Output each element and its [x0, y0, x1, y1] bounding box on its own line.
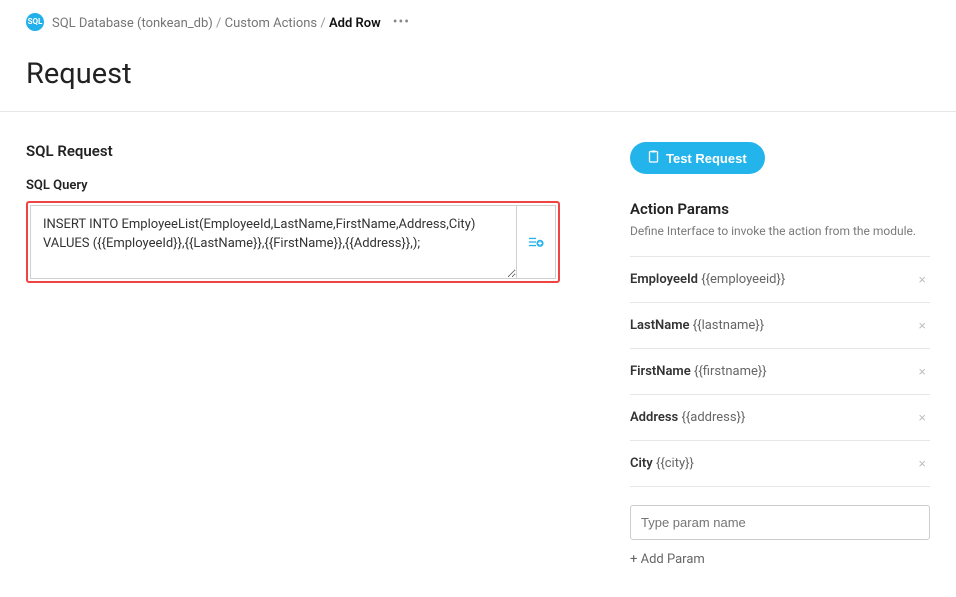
breadcrumb-item[interactable]: SQL Database (tonkean_db): [52, 16, 213, 31]
param-row[interactable]: City {{city}} ×: [630, 441, 930, 487]
param-label: EmployeeId {{employeeid}}: [630, 272, 785, 287]
section-title: SQL Request: [26, 142, 560, 160]
params-description: Define Interface to invoke the action fr…: [630, 224, 930, 238]
param-token: {{firstname}}: [694, 364, 767, 379]
param-label: City {{city}}: [630, 456, 694, 471]
breadcrumb-item[interactable]: Add Row: [329, 16, 381, 31]
breadcrumb-separator: /: [317, 16, 329, 31]
param-label: LastName {{lastname}}: [630, 318, 764, 333]
param-row[interactable]: FirstName {{firstname}} ×: [630, 349, 930, 395]
test-request-button[interactable]: Test Request: [630, 142, 765, 174]
param-name: City: [630, 456, 656, 471]
query-label: SQL Query: [26, 178, 560, 193]
add-param-link[interactable]: + Add Param: [630, 552, 705, 567]
breadcrumb: SQL SQL Database (tonkean_db) / Custom A…: [0, 0, 956, 43]
param-name: Address: [630, 410, 681, 425]
remove-param-button[interactable]: ×: [914, 270, 930, 289]
param-name: EmployeeId: [630, 272, 701, 287]
left-column: SQL Request SQL Query: [26, 142, 560, 567]
param-token: {{lastname}}: [693, 318, 764, 333]
main-content: SQL Request SQL Query: [0, 112, 956, 597]
param-name: FirstName: [630, 364, 694, 379]
breadcrumb-item[interactable]: Custom Actions: [225, 16, 318, 31]
remove-param-button[interactable]: ×: [914, 316, 930, 335]
page-title: Request: [0, 43, 956, 111]
clipboard-icon: [648, 150, 659, 166]
params-title: Action Params: [630, 200, 930, 218]
sql-database-icon: SQL: [26, 13, 44, 31]
breadcrumb-separator: /: [213, 16, 225, 31]
remove-param-button[interactable]: ×: [914, 454, 930, 473]
param-row[interactable]: Address {{address}} ×: [630, 395, 930, 441]
param-token: {{employeeid}}: [701, 272, 785, 287]
param-label: Address {{address}}: [630, 410, 745, 425]
close-icon: ×: [918, 410, 926, 425]
sql-query-input[interactable]: [30, 205, 516, 279]
insert-param-button[interactable]: [516, 205, 556, 279]
insert-param-icon: [528, 234, 544, 250]
params-list: EmployeeId {{employeeid}}×LastName {{las…: [630, 256, 930, 487]
query-highlight-box: [26, 201, 560, 283]
param-name: LastName: [630, 318, 693, 333]
more-options-icon[interactable]: •••: [393, 14, 410, 30]
new-param-input[interactable]: [630, 505, 930, 540]
close-icon: ×: [918, 272, 926, 287]
remove-param-button[interactable]: ×: [914, 408, 930, 427]
close-icon: ×: [918, 456, 926, 471]
close-icon: ×: [918, 318, 926, 333]
param-token: {{city}}: [656, 456, 694, 471]
param-label: FirstName {{firstname}}: [630, 364, 767, 379]
param-token: {{address}}: [681, 410, 745, 425]
test-request-label: Test Request: [666, 151, 747, 166]
close-icon: ×: [918, 364, 926, 379]
param-row[interactable]: LastName {{lastname}} ×: [630, 303, 930, 349]
remove-param-button[interactable]: ×: [914, 362, 930, 381]
right-column: Test Request Action Params Define Interf…: [630, 142, 930, 567]
param-row[interactable]: EmployeeId {{employeeid}} ×: [630, 256, 930, 303]
